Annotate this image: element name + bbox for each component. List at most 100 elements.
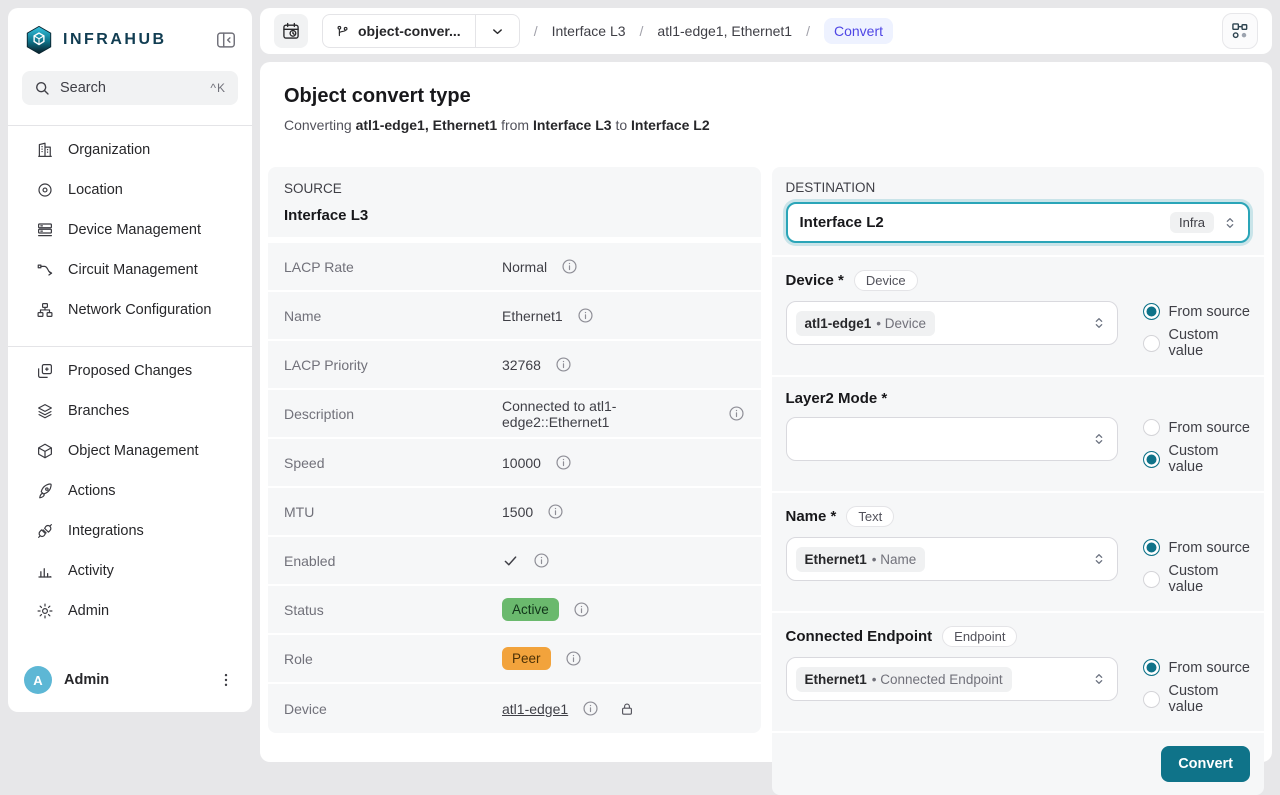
schema-visualizer-button[interactable] [1222, 13, 1258, 49]
info-icon[interactable] [728, 405, 745, 422]
sidebar-item-location[interactable]: Location [14, 170, 246, 210]
device-select[interactable]: atl1-edge1• Device [786, 301, 1118, 345]
route-icon [36, 261, 54, 279]
info-icon[interactable] [573, 601, 590, 618]
row-value: 1500 [502, 504, 533, 520]
from-source-radio[interactable]: From source [1143, 419, 1251, 436]
sidebar-item-label: Circuit Management [68, 262, 198, 278]
selected-value-pill: Ethernet1• Name [796, 547, 926, 572]
destination-type-value: Interface L2 [800, 214, 1170, 231]
convert-button[interactable]: Convert [1161, 746, 1250, 782]
branch-selector[interactable]: object-conver... [322, 14, 520, 48]
value-mode-radios: From source Custom value [1143, 537, 1251, 595]
breadcrumb-object[interactable]: atl1-edge1, Ethernet1 [657, 23, 792, 39]
search-input[interactable]: Search ^K [22, 71, 238, 105]
from-source-radio[interactable]: From source [1143, 303, 1251, 320]
gear-icon [36, 602, 54, 620]
select-stepper-icon [1091, 315, 1107, 331]
info-icon[interactable] [555, 454, 572, 471]
lock-icon [619, 701, 635, 717]
source-row-device: Device atl1-edge1 [268, 684, 761, 733]
building-icon [36, 141, 54, 159]
status-badge: Active [502, 598, 559, 621]
search-shortcut: ^K [210, 81, 226, 95]
page-subtitle: Converting atl1-edge1, Ethernet1 from In… [284, 117, 1248, 133]
sidebar-collapse-icon[interactable] [214, 28, 238, 52]
topbar: object-conver... / Interface L3 / atl1-e… [260, 8, 1272, 54]
source-row-lacp-rate: LACP Rate Normal [268, 243, 761, 292]
destination-type-select[interactable]: Interface L2 Infra [786, 202, 1251, 243]
field-label: Layer2 Mode * [786, 390, 888, 407]
sidebar-item-activity[interactable]: Activity [14, 551, 246, 591]
info-icon[interactable] [582, 700, 599, 717]
info-icon[interactable] [577, 307, 594, 324]
chevron-down-icon [490, 24, 505, 39]
divider [8, 125, 252, 126]
sidebar-item-label: Location [68, 182, 123, 198]
sidebar-item-branches[interactable]: Branches [14, 391, 246, 431]
sidebar-item-actions[interactable]: Actions [14, 471, 246, 511]
sidebar-item-label: Object Management [68, 443, 199, 459]
bar-chart-icon [36, 562, 54, 580]
breadcrumb-convert[interactable]: Convert [824, 18, 893, 44]
from-source-radio[interactable]: From source [1143, 659, 1251, 676]
field-name: Name * Text Ethernet1• Name From source … [772, 491, 1265, 611]
sidebar-item-object-management[interactable]: Object Management [14, 431, 246, 471]
sidebar-item-device-management[interactable]: Device Management [14, 210, 246, 250]
destination-panel-header: DESTINATION Interface L2 Infra [772, 167, 1265, 257]
sidebar-item-proposed-changes[interactable]: Proposed Changes [14, 351, 246, 391]
custom-value-radio[interactable]: Custom value [1143, 443, 1251, 475]
sidebar-item-admin[interactable]: Admin [14, 591, 246, 631]
source-row-enabled: Enabled [268, 537, 761, 586]
field-kind-badge: Endpoint [942, 626, 1017, 647]
server-icon [36, 221, 54, 239]
branch-selector-dropdown[interactable] [476, 24, 519, 39]
layer2-mode-select[interactable] [786, 417, 1118, 461]
page-header: Object convert type Converting atl1-edge… [260, 85, 1272, 133]
row-value: Connected to atl1-edge2::Ethernet1 [502, 398, 714, 430]
subtitle-object: atl1-edge1, Ethernet1 [356, 117, 498, 133]
sidebar-item-organization[interactable]: Organization [14, 130, 246, 170]
name-select[interactable]: Ethernet1• Name [786, 537, 1118, 581]
git-branch-icon [335, 24, 350, 39]
source-row-name: Name Ethernet1 [268, 292, 761, 341]
info-icon[interactable] [555, 356, 572, 373]
from-source-radio[interactable]: From source [1143, 539, 1251, 556]
select-stepper-icon [1091, 551, 1107, 567]
source-type: Interface L3 [284, 207, 745, 224]
device-link[interactable]: atl1-edge1 [502, 701, 568, 717]
row-label: MTU [284, 504, 502, 520]
sidebar-item-integrations[interactable]: Integrations [14, 511, 246, 551]
sidebar-item-label: Branches [68, 403, 129, 419]
value-mode-radios: From source Custom value [1143, 301, 1251, 359]
row-value: 32768 [502, 357, 541, 373]
source-row-status: Status Active [268, 586, 761, 635]
info-icon[interactable] [561, 258, 578, 275]
destination-panel: DESTINATION Interface L2 Infra Device * … [772, 167, 1265, 795]
app-title: INFRAHUB [63, 31, 205, 49]
kebab-menu-icon[interactable] [216, 668, 236, 692]
sidebar-item-circuit-management[interactable]: Circuit Management [14, 250, 246, 290]
custom-value-radio[interactable]: Custom value [1143, 327, 1251, 359]
sidebar: INFRAHUB Search ^K Organization [8, 8, 252, 712]
branch-selector-current: object-conver... [323, 23, 475, 39]
rocket-icon [36, 482, 54, 500]
info-icon[interactable] [565, 650, 582, 667]
infrahub-logo-icon [24, 25, 54, 55]
custom-value-radio[interactable]: Custom value [1143, 563, 1251, 595]
value-mode-radios: From source Custom value [1143, 417, 1251, 475]
time-travel-button[interactable] [274, 14, 308, 48]
sidebar-item-label: Network Configuration [68, 302, 211, 318]
calendar-clock-icon [281, 21, 301, 41]
info-icon[interactable] [533, 552, 550, 569]
info-icon[interactable] [547, 503, 564, 520]
logo-row: INFRAHUB [8, 8, 252, 55]
namespace-badge: Infra [1170, 212, 1214, 233]
sidebar-item-network-configuration[interactable]: Network Configuration [14, 290, 246, 330]
user-menu[interactable]: A Admin [8, 652, 252, 712]
source-row-description: Description Connected to atl1-edge2::Eth… [268, 390, 761, 439]
custom-value-radio[interactable]: Custom value [1143, 683, 1251, 715]
breadcrumb-interface-l3[interactable]: Interface L3 [552, 23, 626, 39]
connected-endpoint-select[interactable]: Ethernet1• Connected Endpoint [786, 657, 1118, 701]
field-label: Connected Endpoint [786, 628, 933, 645]
